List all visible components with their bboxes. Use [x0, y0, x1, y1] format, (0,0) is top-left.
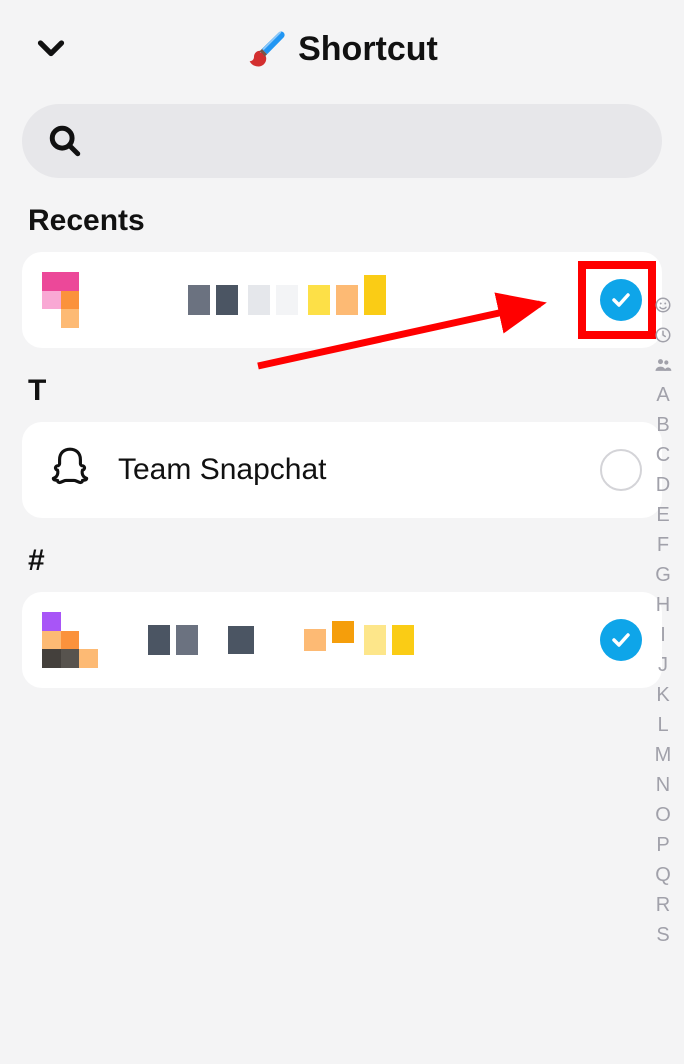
index-groups[interactable] [650, 354, 676, 376]
checkmark-icon [609, 628, 633, 652]
contact-name-blurred [118, 625, 580, 655]
smiley-icon [654, 296, 672, 314]
alpha-letter[interactable]: R [650, 894, 676, 916]
alpha-letter[interactable]: F [650, 534, 676, 556]
index-recent[interactable] [650, 324, 676, 346]
alpha-letter[interactable]: J [650, 654, 676, 676]
alpha-letter[interactable]: O [650, 804, 676, 826]
clock-icon [654, 326, 672, 344]
alpha-letter[interactable]: S [650, 924, 676, 946]
section-recents: Recents [28, 204, 662, 238]
alpha-letter[interactable]: L [650, 714, 676, 736]
alpha-letter[interactable]: N [650, 774, 676, 796]
alpha-letter[interactable]: P [650, 834, 676, 856]
contact-row-hash[interactable] [22, 592, 662, 688]
page-title: Shortcut [298, 30, 438, 69]
group-icon [653, 355, 673, 375]
alpha-letter[interactable]: G [650, 564, 676, 586]
index-emoji[interactable] [650, 294, 676, 316]
section-hash: # [28, 544, 662, 578]
avatar [42, 272, 98, 328]
alpha-letter[interactable]: E [650, 504, 676, 526]
search-bar[interactable] [22, 104, 662, 178]
alpha-letter[interactable]: D [650, 474, 676, 496]
contact-name: Team Snapchat [118, 453, 580, 487]
alpha-letter[interactable]: I [650, 624, 676, 646]
alpha-letter[interactable]: M [650, 744, 676, 766]
contact-list: Recents [0, 204, 684, 688]
avatar [42, 612, 98, 668]
brush-icon [246, 28, 288, 70]
page-title-wrap: Shortcut [246, 28, 438, 70]
dismiss-chevron[interactable] [30, 28, 72, 70]
chevron-down-icon [33, 31, 69, 67]
checkmark-icon [609, 288, 633, 312]
alpha-letter[interactable]: H [650, 594, 676, 616]
alpha-letter[interactable]: K [650, 684, 676, 706]
avatar [42, 442, 98, 498]
select-check[interactable] [600, 619, 642, 661]
contact-name-blurred [118, 285, 580, 315]
section-t: T [28, 374, 662, 408]
alpha-index[interactable]: A B C D E F G H I J K L M N O P Q R S [650, 294, 676, 946]
snapchat-ghost-icon [45, 445, 95, 495]
select-check[interactable] [600, 449, 642, 491]
contact-row-team[interactable]: Team Snapchat [22, 422, 662, 518]
alpha-letter[interactable]: B [650, 414, 676, 436]
alpha-letter[interactable]: C [650, 444, 676, 466]
contact-row-recent[interactable] [22, 252, 662, 348]
alpha-letter[interactable]: Q [650, 864, 676, 886]
search-input[interactable] [98, 126, 636, 157]
search-icon [48, 124, 82, 158]
select-check[interactable] [600, 279, 642, 321]
alpha-letter[interactable]: A [650, 384, 676, 406]
header-bar: Shortcut [0, 0, 684, 80]
